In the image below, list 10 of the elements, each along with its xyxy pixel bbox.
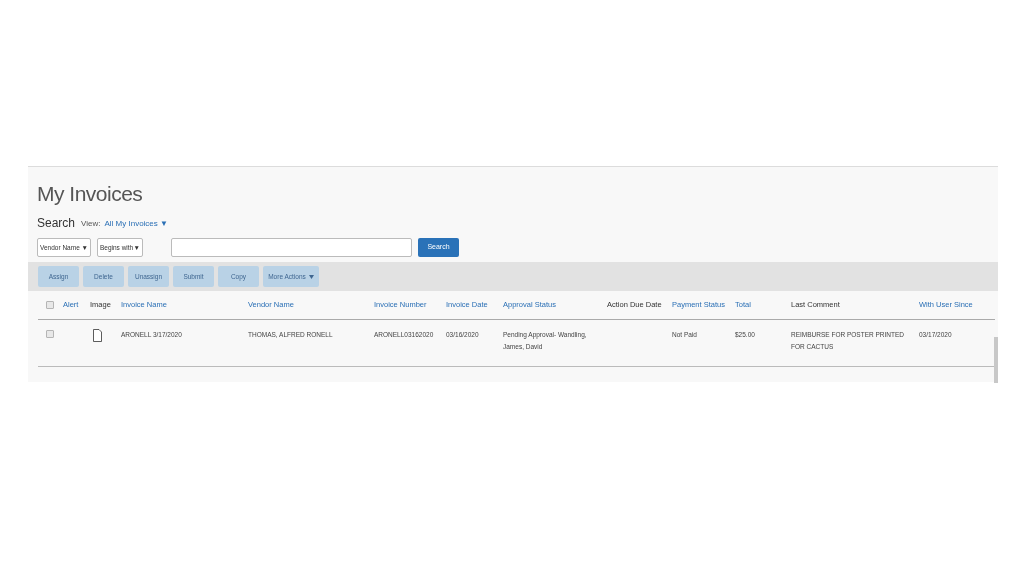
document-icon[interactable] xyxy=(93,329,102,342)
caret-icon xyxy=(308,274,314,279)
search-field[interactable] xyxy=(171,238,412,257)
view-label: View: xyxy=(81,218,101,230)
search-heading: Search xyxy=(37,215,76,232)
checkbox[interactable] xyxy=(46,301,54,309)
page-title: My Invoices xyxy=(37,181,144,207)
scrollbar xyxy=(994,337,998,383)
checkbox[interactable] xyxy=(46,330,54,338)
view-dropdown[interactable]: All My Invoices ▼ xyxy=(104,218,168,230)
